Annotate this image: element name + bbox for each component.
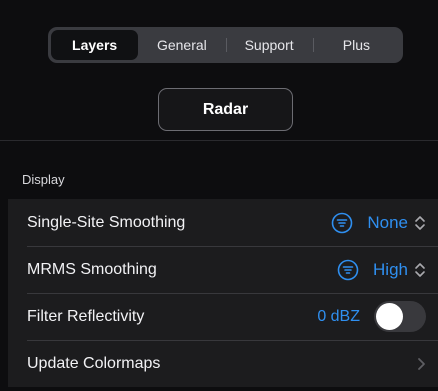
update-colormaps-accessory [416, 357, 426, 371]
tab-support[interactable]: Support [225, 30, 313, 60]
filter-icon [332, 212, 353, 233]
tab-plus[interactable]: Plus [312, 30, 400, 60]
filter-reflectivity-controls: 0 dBZ [317, 301, 426, 332]
update-colormaps-row[interactable]: Update Colormaps [8, 340, 438, 387]
chevron-right-icon [418, 357, 425, 370]
divider [0, 140, 438, 141]
display-section-header: Display [22, 172, 65, 187]
filter-reflectivity-toggle[interactable] [374, 301, 426, 332]
tab-layers[interactable]: Layers [51, 30, 139, 60]
toggle-knob [376, 303, 403, 330]
radar-button[interactable]: Radar [158, 88, 293, 131]
tab-segmented-control: Layers General Support Plus [48, 27, 403, 63]
mrms-smoothing-value: High [373, 259, 408, 279]
filter-icon [337, 259, 359, 280]
display-settings-list: Single-Site Smoothing None MRMS Smoothin… [8, 199, 438, 387]
update-colormaps-label: Update Colormaps [27, 354, 161, 372]
mrms-smoothing-selector[interactable]: High [337, 259, 426, 281]
mrms-smoothing-label: MRMS Smoothing [27, 260, 157, 278]
chevron-up-down-icon [415, 262, 425, 277]
single-site-smoothing-value: None [367, 212, 408, 232]
tab-general[interactable]: General [138, 30, 225, 60]
settings-screen: Layers General Support Plus Radar Displa… [0, 0, 438, 391]
filter-reflectivity-label: Filter Reflectivity [27, 307, 145, 325]
single-site-smoothing-row[interactable]: Single-Site Smoothing None [8, 199, 438, 246]
chevron-up-down-icon [415, 215, 425, 230]
mrms-smoothing-row[interactable]: MRMS Smoothing High [8, 246, 438, 293]
filter-reflectivity-value[interactable]: 0 dBZ [317, 308, 360, 326]
single-site-smoothing-label: Single-Site Smoothing [27, 213, 186, 231]
single-site-smoothing-selector[interactable]: None [331, 212, 426, 234]
filter-reflectivity-row: Filter Reflectivity 0 dBZ [8, 293, 438, 340]
